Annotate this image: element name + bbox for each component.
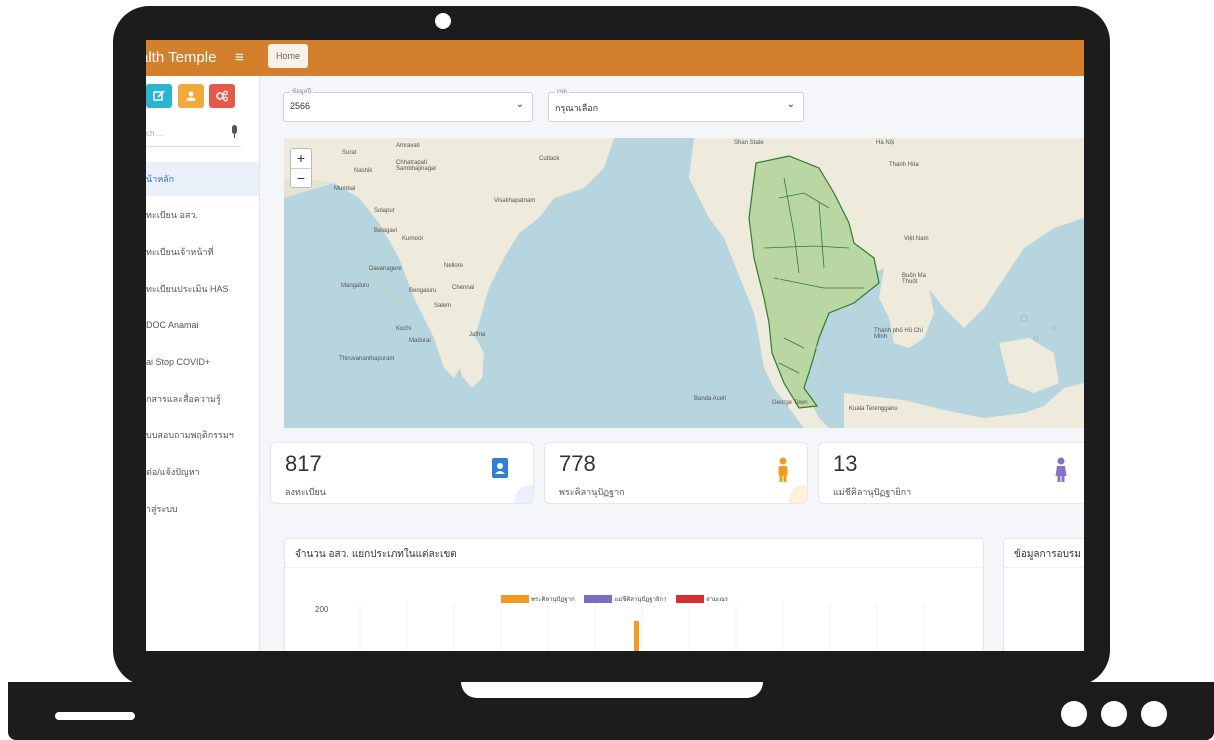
chevron-down-icon: ⌄: [515, 99, 524, 110]
map-label: Việt Nam: [904, 236, 929, 242]
map-label: Thành phố Hồ Chí Minh: [874, 328, 924, 340]
chart-bar[interactable]: [634, 621, 639, 651]
sidebar: ch ... น้าหลัก ทะเบียน อสว. ทะเบียนเจ้าห…: [146, 76, 260, 651]
map-label: Salem: [434, 303, 452, 309]
divider: [1004, 567, 1084, 568]
camera-icon: [435, 13, 451, 29]
map-label: Solapur: [374, 208, 395, 214]
chevron-down-icon: ⌄: [786, 99, 795, 110]
sidebar-item-home[interactable]: น้าหลัก: [146, 162, 259, 196]
sidebar-item-contact[interactable]: ต่อ/แจ้งปัญหา: [146, 455, 259, 489]
map-label: Thiruvananthapuram: [339, 356, 395, 362]
map-label: Chhatrapati Sambhajinagar: [396, 160, 437, 172]
stat-caption: แม่ชีคิลานุปัฏฐายิกา: [833, 487, 912, 497]
year-select-label: ข้อมูลปี: [290, 86, 314, 96]
map-label: Nashik: [354, 168, 373, 174]
map-label: Jaffna: [469, 332, 486, 338]
users-icon: [186, 91, 196, 102]
tab-home[interactable]: Home: [268, 44, 309, 68]
stat-caption: พระคิลานุปัฏฐาก: [559, 487, 625, 497]
sidebar-item-documents[interactable]: กสารและสื่อความรู้: [146, 382, 259, 416]
map-label: Belagavi: [374, 228, 398, 234]
zoom-in-button[interactable]: +: [291, 149, 311, 169]
map-label: Shan State: [734, 140, 764, 146]
address-book-icon: [492, 458, 508, 478]
sidebar-item-stop-covid[interactable]: ai Stop COVID+: [146, 345, 259, 379]
sidebar-search-input[interactable]: ch ...: [146, 122, 241, 147]
sidebar-item-has-registry[interactable]: ทะเบียนประเมิน HAS: [146, 272, 259, 306]
map-label: Visakhapatnam: [494, 198, 536, 204]
stat-value: 778: [559, 451, 596, 476]
map-label: Thanh Hóa: [889, 162, 919, 168]
zoom-out-button[interactable]: −: [291, 169, 311, 188]
map-label: Kuala Terengganu: [849, 406, 898, 412]
laptop-dot-1: [1061, 701, 1087, 727]
card-decoration: [789, 485, 807, 503]
map-label: Mangaluru: [341, 283, 370, 289]
zone-select-label: เขต: [555, 86, 570, 96]
card-decoration: [515, 485, 533, 503]
map-label: Buôn Ma Thuột: [902, 273, 927, 285]
map-label: Amravati: [396, 143, 420, 149]
training-panel-title: ข้อมูลการอบรม: [1014, 549, 1081, 560]
laptop-hinge: [461, 682, 763, 698]
microphone-icon[interactable]: [232, 125, 237, 138]
map-label: Mumbai: [334, 186, 356, 192]
nun-icon: [1055, 457, 1067, 482]
stat-caption: ลงทะเบียน: [285, 487, 326, 497]
map-label: George Town: [772, 400, 808, 406]
year-select[interactable]: ข้อมูลปี 2566 ⌄: [283, 86, 533, 122]
chart-grid: [359, 604, 925, 651]
laptop-slot: [55, 712, 135, 720]
cogs-icon: [216, 90, 228, 102]
training-panel: ข้อมูลการอบรม: [1003, 538, 1084, 651]
cogs-button[interactable]: [209, 84, 235, 108]
zone-select-value: กรุณาเลือก: [555, 103, 599, 113]
zone-select[interactable]: เขต กรุณาเลือก ⌄: [548, 86, 804, 122]
map-label: Madurai: [409, 338, 431, 344]
monk-icon: [778, 457, 788, 482]
users-button[interactable]: [178, 84, 204, 108]
map-label: Hà Nội: [876, 140, 895, 146]
edit-icon: [153, 90, 165, 101]
chart-panel: จำนวน อสว. แยกประเภทในแต่ละเขต พระคิลานุ…: [284, 538, 984, 651]
map-label: Surat: [342, 150, 357, 156]
map-label: Kurnool: [402, 236, 423, 242]
stat-value: 13: [833, 451, 858, 476]
map-view[interactable]: + − Surat Amravati Chhatrapati Sambhajin…: [284, 138, 1084, 428]
top-navbar: alth Temple ≡ Home: [146, 40, 1084, 76]
map-tiles: [284, 138, 1084, 428]
map-label: Cuttack: [539, 156, 560, 162]
stat-card-monks: 778 พระคิลานุปัฏฐาก: [544, 442, 808, 504]
stat-card-registered: 817 ลงทะเบียน: [270, 442, 534, 504]
sidebar-item-doc-anamai[interactable]: DOC Anamai: [146, 308, 259, 342]
sidebar-item-login[interactable]: าสู่ระบบ: [146, 492, 259, 526]
sidebar-item-survey[interactable]: บบสอบถามพฤติกรรมฯ: [146, 418, 259, 452]
map-label: Bengaluru: [409, 288, 437, 294]
year-select-value: 2566: [290, 101, 311, 111]
laptop-dot-3: [1141, 701, 1167, 727]
map-label: Davanagere: [369, 266, 402, 272]
edit-button[interactable]: [146, 84, 172, 108]
stat-value: 817: [285, 451, 322, 476]
map-zoom-control: + −: [290, 148, 312, 188]
sidebar-item-volunteer-registry[interactable]: ทะเบียน อสว.: [146, 198, 259, 232]
sidebar-item-staff-registry[interactable]: ทะเบียนเจ้าหน้าที่: [146, 235, 259, 269]
laptop-dot-2: [1101, 701, 1127, 727]
stat-card-nuns: 13 แม่ชีคิลานุปัฏฐายิกา: [818, 442, 1084, 504]
map-label: Kochi: [396, 326, 412, 332]
map-label: Banda Aceh: [694, 396, 727, 402]
map-label: Nellore: [444, 263, 464, 269]
app-screen: alth Temple ≡ Home ch ... น้าหลัก ทะเบีย…: [146, 40, 1084, 651]
hamburger-icon[interactable]: ≡: [235, 40, 244, 76]
map-label: Chennai: [452, 285, 475, 291]
